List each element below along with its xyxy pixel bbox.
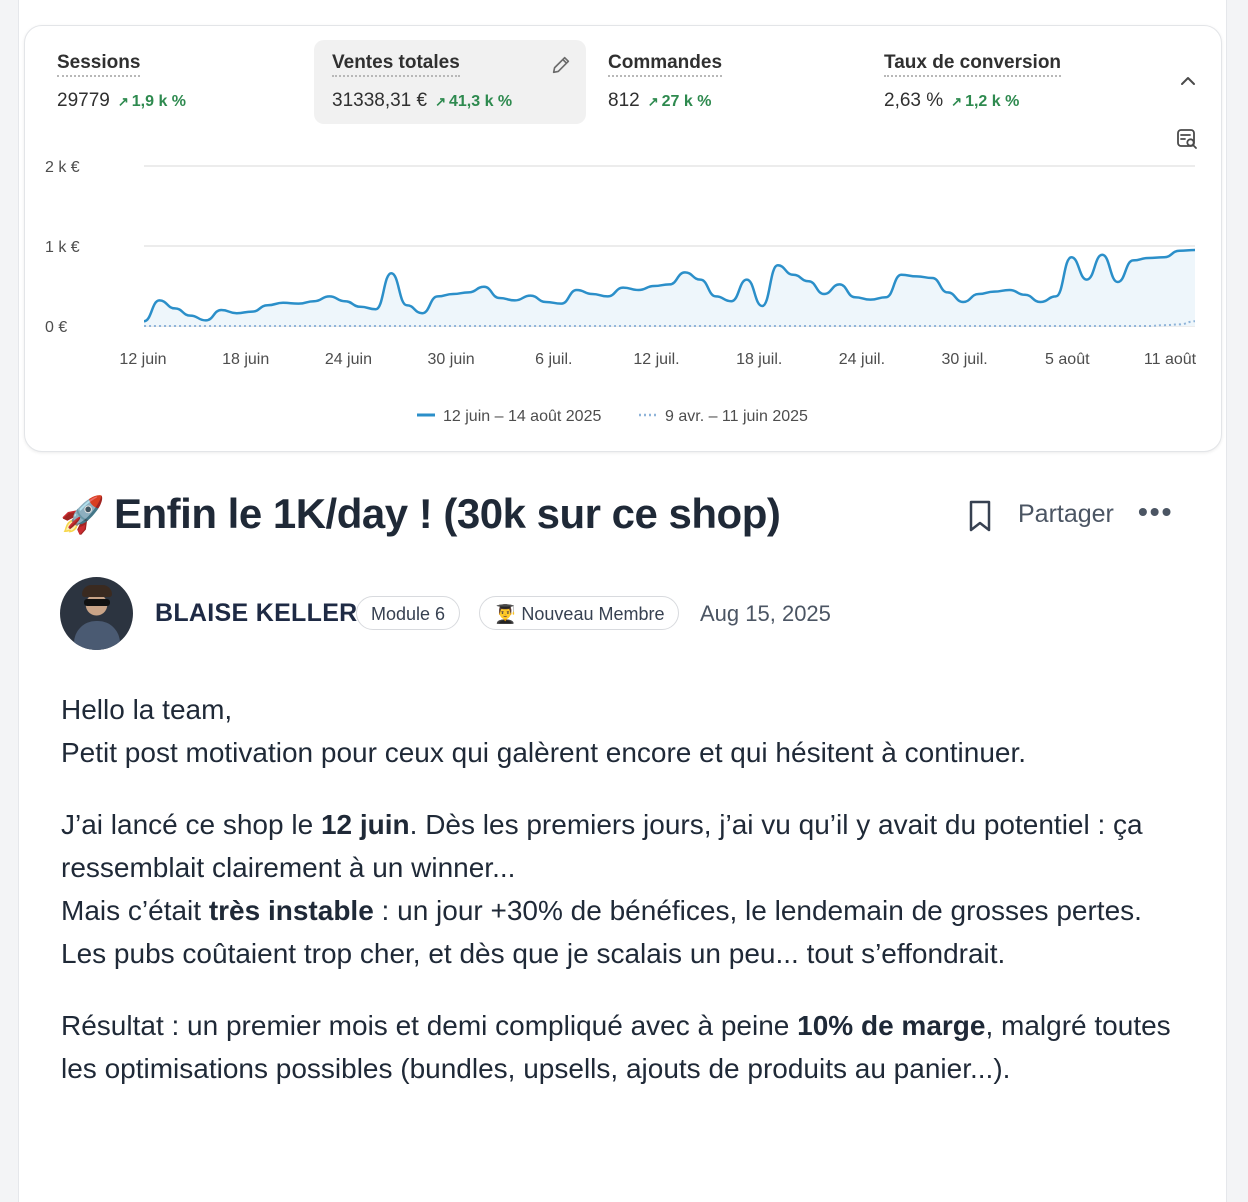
more-options-button[interactable]: ••• bbox=[1138, 496, 1173, 528]
y-tick-label: 0 € bbox=[45, 319, 67, 336]
avatar-hair bbox=[82, 585, 112, 597]
bold-text: 12 juin bbox=[320, 809, 410, 840]
bold-text: 10% de marge bbox=[797, 1010, 986, 1041]
rocket-icon: 🚀 bbox=[60, 494, 105, 535]
badge-module: Module 6 bbox=[356, 596, 461, 630]
post-date: Aug 15, 2025 bbox=[700, 601, 831, 626]
text-run: Les pubs coûtaient trop cher, et dès que… bbox=[61, 938, 1006, 969]
text-run: Résultat : un premier mois et demi compl… bbox=[61, 1010, 798, 1041]
text-run: Mais c’était bbox=[61, 895, 209, 926]
avatar-suit bbox=[74, 621, 120, 650]
text-run: : un jour +30% de bénéfices, le lendemai… bbox=[373, 895, 1142, 926]
text-run: Hello la team, bbox=[61, 694, 233, 725]
y-tick-label: 2 k € bbox=[45, 159, 80, 176]
legend-label-current: 12 juin – 14 août 2025 bbox=[443, 408, 601, 425]
post-paragraph: Hello la team, Petit post motivation pour… bbox=[61, 688, 1201, 774]
post-paragraph: Résultat : un premier mois et demi compl… bbox=[61, 1004, 1201, 1090]
analytics-card: Sessions 29779 ↗ 1,9 k % Ventes totales 31… bbox=[24, 25, 1222, 452]
avatar-glasses bbox=[84, 599, 110, 606]
text-run: J’ai lancé ce shop le bbox=[61, 809, 321, 840]
share-button[interactable]: Partager bbox=[1018, 500, 1114, 529]
y-tick-label: 1 k € bbox=[45, 239, 80, 256]
series-area bbox=[144, 250, 1195, 326]
bookmark-icon[interactable] bbox=[965, 498, 995, 534]
bold-text: très instable bbox=[208, 895, 374, 926]
x-tick-label: 24 juil. bbox=[839, 351, 885, 368]
x-tick-label: 5 août bbox=[1045, 351, 1090, 368]
avatar[interactable] bbox=[60, 577, 133, 650]
x-tick-label: 18 juin bbox=[222, 351, 269, 368]
author-name[interactable]: BLAISE KELLER bbox=[155, 599, 358, 628]
x-tick-label: 18 juil. bbox=[736, 351, 782, 368]
author-row: BLAISE KELLER Module 6 👨‍🎓 Nouveau Membr… bbox=[60, 577, 1200, 651]
legend-label-previous: 9 avr. – 11 juin 2025 bbox=[665, 408, 808, 425]
x-tick-label: 6 juil. bbox=[535, 351, 572, 368]
x-tick-label: 30 juin bbox=[428, 351, 475, 368]
badge-new-member: 👨‍🎓 Nouveau Membre bbox=[479, 596, 680, 630]
x-tick-label: 12 juin bbox=[119, 351, 166, 368]
x-tick-label: 30 juil. bbox=[941, 351, 987, 368]
text-run: Petit post motivation pour ceux qui galè… bbox=[61, 737, 1027, 768]
post-body: Hello la team, Petit post motivation pour… bbox=[61, 688, 1201, 1119]
x-tick-label: 11 août bbox=[1144, 351, 1197, 368]
post-header: 🚀 Enfin le 1K/day ! (30k sur ce shop) Pa… bbox=[60, 490, 1200, 550]
x-tick-label: 24 juin bbox=[325, 351, 372, 368]
sales-line-chart: 2 k € 1 k € 0 € 12 juin 18 juin 24 juin 30 jui… bbox=[45, 159, 1197, 425]
post-paragraph: J’ai lancé ce shop le 12 juin. Dès les p… bbox=[61, 803, 1201, 975]
post-title: Enfin le 1K/day ! (30k sur ce shop) bbox=[114, 490, 781, 537]
x-tick-label: 12 juil. bbox=[633, 351, 679, 368]
